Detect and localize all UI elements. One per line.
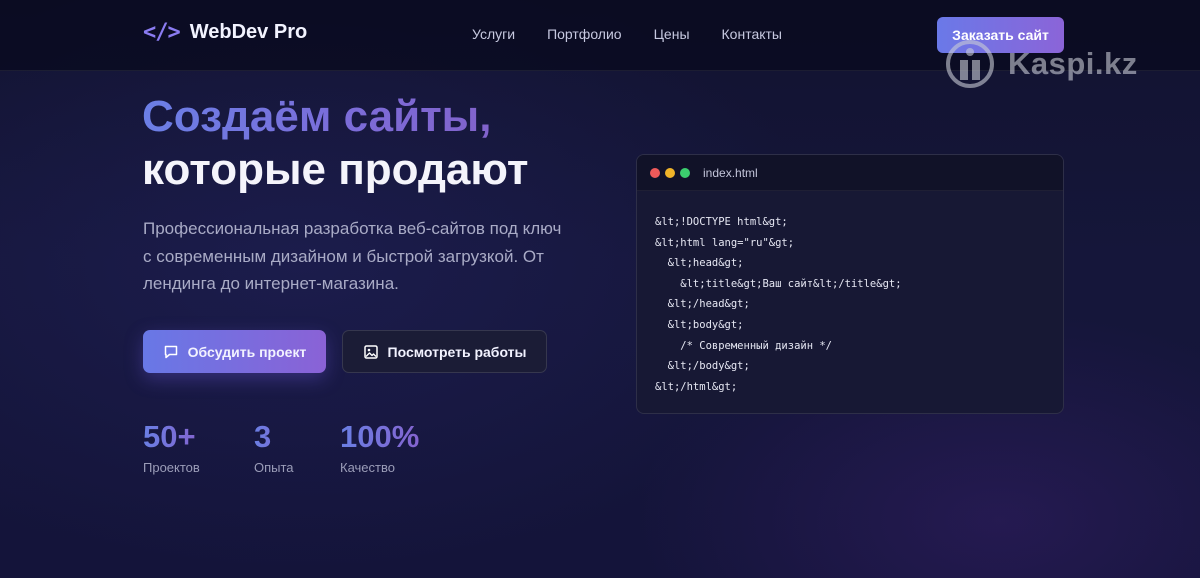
view-works-button[interactable]: Посмотреть работы [342, 330, 547, 373]
code-brackets-icon: </> [143, 20, 181, 45]
view-works-label: Посмотреть работы [387, 343, 527, 360]
stat-value: 3 [254, 419, 294, 455]
code-window: index.html &lt;!DOCTYPE html&gt; &lt;htm… [636, 154, 1064, 414]
logo[interactable]: </> WebDev Pro [143, 20, 307, 45]
stat-value: 100% [340, 419, 420, 454]
code-line: &lt;body&gt; [655, 318, 744, 331]
nav-link-prices[interactable]: Цены [654, 26, 690, 42]
watermark-text: Kaspi.kz [1008, 46, 1138, 81]
code-line: &lt;/body&gt; [655, 360, 750, 373]
code-line: &lt;/head&gt; [655, 298, 750, 311]
discuss-project-label: Обсудить проект [187, 343, 307, 360]
nav-link-contacts[interactable]: Контакты [722, 26, 782, 42]
code-line: &lt;/html&gt; [655, 380, 738, 393]
stat-projects: 50+ Проектов [143, 419, 200, 475]
hero-title-line-1: Создаём сайты, [142, 90, 528, 143]
hero-description: Профессиональная разработка веб-сайтов п… [143, 219, 562, 293]
code-body: &lt;!DOCTYPE html&gt; &lt;html lang="ru"… [637, 191, 1063, 397]
image-icon [363, 344, 378, 359]
stat-experience: 3 Опыта [254, 419, 294, 475]
kaspi-logo-icon [946, 40, 994, 88]
minimize-dot-icon [665, 167, 675, 178]
maximize-dot-icon [680, 167, 690, 178]
code-line: &lt;!DOCTYPE html&gt; [655, 216, 788, 228]
watermark: Kaspi.kz [946, 40, 1138, 88]
hero-title: Создаём сайты, которые продают [142, 90, 528, 196]
code-line: &lt;html lang="ru"&gt; [655, 236, 795, 249]
stat-label: Качество [340, 460, 395, 475]
main-nav: Услуги Портфолио Цены Контакты [472, 26, 782, 42]
code-line: /* Современный дизайн */ [655, 339, 833, 352]
stat-value: 50+ [143, 419, 200, 455]
chat-bubble-icon [164, 345, 177, 358]
brand-name: WebDev Pro [189, 21, 308, 43]
code-window-header: index.html [637, 155, 1063, 191]
code-line: &lt;title&gt;Ваш сайт&lt;/title&gt; [655, 277, 902, 290]
nav-link-portfolio[interactable]: Портфолио [547, 26, 622, 42]
hero-title-line-2: которые продают [142, 145, 529, 194]
stat-quality: 100% Качество [340, 419, 419, 475]
stat-label: Проектов [143, 460, 200, 475]
nav-link-services[interactable]: Услуги [472, 26, 515, 42]
stat-label: Опыта [254, 460, 294, 475]
discuss-project-button[interactable]: Обсудить проект [143, 330, 326, 373]
close-dot-icon [650, 167, 660, 178]
code-line: &lt;head&gt; [655, 257, 744, 270]
code-filename: index.html [703, 165, 758, 180]
